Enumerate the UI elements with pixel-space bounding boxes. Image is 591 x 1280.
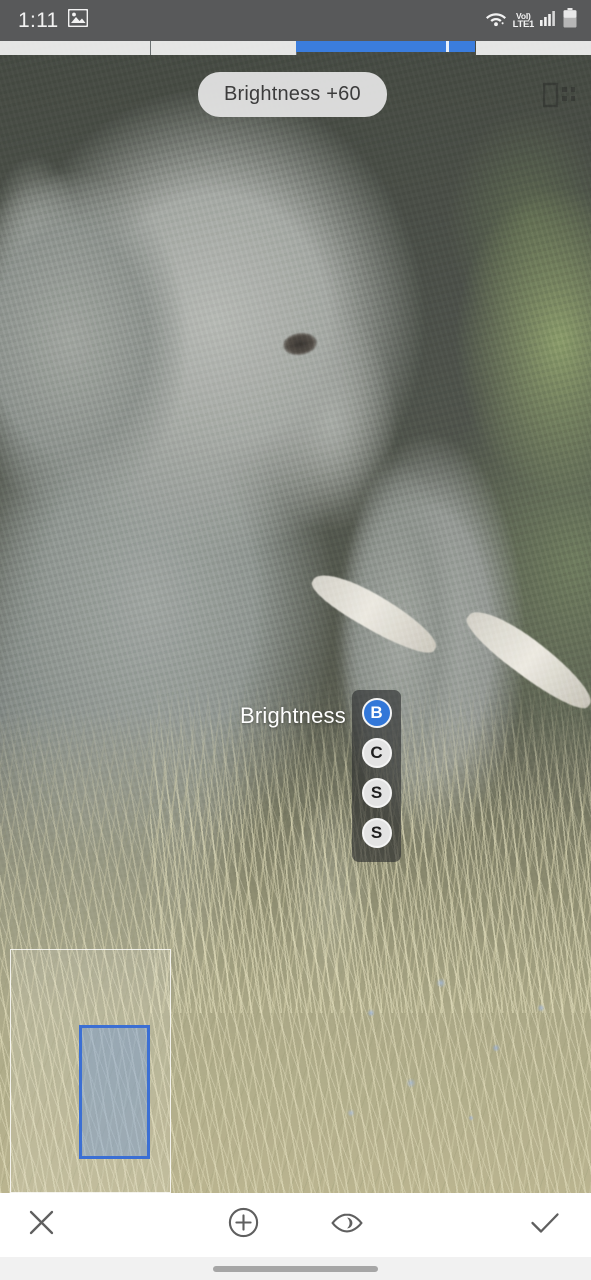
- adjustment-button-saturation[interactable]: S: [361, 778, 392, 808]
- done-button[interactable]: [509, 1193, 581, 1257]
- tab-segment-4[interactable]: [476, 41, 591, 55]
- volte-label-bottom: LTE1: [512, 19, 535, 30]
- volte-indicator: VoI) LTE1: [512, 11, 535, 30]
- adjustment-button-brightness[interactable]: B: [361, 698, 392, 728]
- add-button[interactable]: [213, 1193, 273, 1257]
- adjustment-label: Brightness: [240, 703, 346, 728]
- check-icon: [530, 1210, 560, 1241]
- status-clock: 1:11: [18, 8, 59, 32]
- status-bar-left: 1:11: [18, 9, 88, 33]
- selection-rect-inner[interactable]: [79, 1025, 150, 1159]
- status-bar: 1:11 VoI) LTE1: [0, 0, 591, 41]
- eye-icon: [330, 1211, 364, 1240]
- photo-icon: [67, 8, 88, 32]
- tab-segment-1[interactable]: [0, 41, 150, 55]
- top-tab-strip[interactable]: [0, 41, 591, 55]
- brightness-toast: Brightness +60: [198, 72, 387, 117]
- blue-flower-specks: [331, 953, 591, 1153]
- preview-button[interactable]: [317, 1193, 377, 1257]
- close-button[interactable]: [0, 1193, 82, 1257]
- progress-bar-gap: [446, 41, 449, 52]
- add-circle-icon: [228, 1207, 259, 1243]
- wifi-icon: [485, 9, 507, 32]
- split-compare-icon[interactable]: [542, 80, 577, 110]
- editor-toolbar: [0, 1193, 591, 1257]
- tab-segment-2[interactable]: [151, 41, 296, 55]
- battery-icon: [563, 8, 577, 33]
- tab-divider-1: [150, 41, 151, 55]
- adjustment-button-sharpness[interactable]: S: [361, 818, 392, 848]
- close-x-icon: [28, 1209, 55, 1241]
- adjustment-button-strip[interactable]: B C S S: [352, 690, 401, 862]
- status-bar-right: VoI) LTE1: [485, 8, 577, 33]
- home-indicator-bar[interactable]: [213, 1265, 378, 1272]
- adjustment-button-contrast[interactable]: C: [361, 738, 392, 768]
- phone-screen: Brightness +60 Brightness B C S S 1:11 V…: [0, 0, 591, 1280]
- signal-bars-icon: [540, 10, 557, 31]
- navigation-bar: [0, 1257, 591, 1280]
